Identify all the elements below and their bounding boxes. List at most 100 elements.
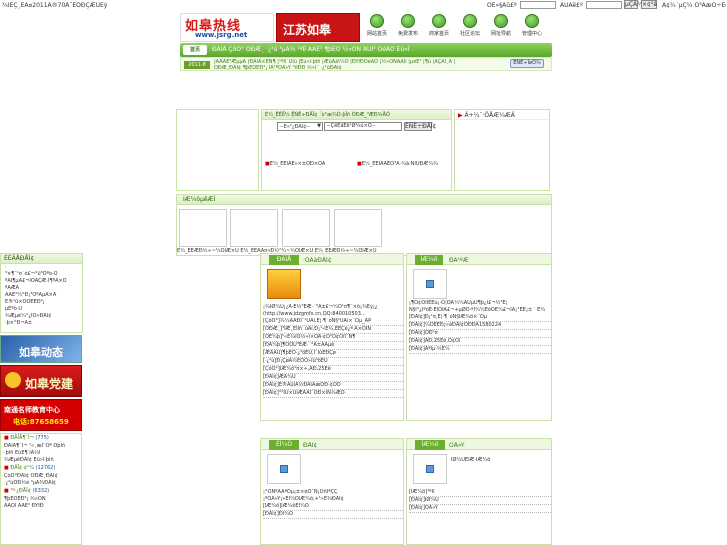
site-logo[interactable]: 如皋热线 www.jsrg.net xyxy=(180,13,274,42)
top-links[interactable]: Á¢¼´µÇ¼ Ò³ÃæÖ÷ÉèÖÃ xyxy=(662,2,726,9)
news-headline[interactable]: (http://www.jdzgmfx.cn,QQ:840010503... xyxy=(263,311,403,318)
list-item[interactable]: [ÐÅÏ¢]ÁªÏµ·½Ê½ xyxy=(409,346,551,354)
stat-sub[interactable]: ÇóÖ°ÐÅÏ¢ ÕÐÆ¸ÐÅÏ¢ xyxy=(1,473,81,480)
list-item[interactable]: ·þ×°Ð¬Ã± xyxy=(1,320,82,327)
login-button[interactable]: µÇÂ¼ xyxy=(624,0,643,9)
tab-new-shopping[interactable]: ÐÂ¹ºÆ xyxy=(449,257,469,264)
stat-sub[interactable]: ¶þÊÖÊÐ³¡ ½»ÓÑ xyxy=(1,496,81,503)
shop-thumb-3[interactable] xyxy=(282,209,330,247)
list-item[interactable]: [ÐÅÏ¢]ÓÅ»Ý xyxy=(409,505,551,513)
list-item[interactable]: [·¿²ú]Ð¡ÇøÁ½ÊÒÒ»Ìü³öÊÛ xyxy=(263,358,403,366)
bullet-icon: ■ xyxy=(4,465,9,471)
list-item[interactable]: [ÆÀÂÛ]¶þÊÖ·¿³öÊÛ,Í¨ÍùÊÐÇø xyxy=(263,350,403,358)
list-item[interactable]: [ÇóÖ°]ÍÆ¼ö¹¤×÷,ÄÐ,25Ëê xyxy=(263,366,403,374)
list-item[interactable]: [ÍÆ¼ö]ÍÆ¼öÉÌ¼Ò xyxy=(263,503,403,511)
tab-merchant[interactable]: ÉÌ¼Ò xyxy=(269,440,299,450)
list-item[interactable]: [ÐÅÏ¢]Ðí¼Ò xyxy=(263,511,403,519)
list-item[interactable]: [ÐÂ¼þ]¶ÔÓÚ³ÉÆ·´°Á±ÃÅµê xyxy=(263,342,403,350)
list-item[interactable]: ºÃÎ¶µÀ£¬ÎÒÃÇÆ·Î¶ºÃ×Ô xyxy=(1,278,82,285)
tab-info[interactable]: ÐÅÏ¢ xyxy=(303,442,317,449)
password-input[interactable] xyxy=(586,1,622,9)
search-tabs[interactable]: È¼_ÊÊÍÎ¼ ËÑË÷ÐÅÏ¢ ´ò°æ¾Ó·þÎñ ÓÐÆ_³ÆÐ¾ÅÔ xyxy=(262,110,451,120)
search-result-2[interactable]: ■È¼_ÊÊÎÂÀÈÔ³Â·¼ã·ÑÌÛÐÆ¼¾ xyxy=(357,161,451,167)
summary: ¡ºÓÅ»Ý¡»ÉÌ¼ÒÍÆ¼ö,+¹«Ë¾ÐÅÏ¢ xyxy=(263,496,344,502)
item-thumbnail[interactable] xyxy=(267,454,301,484)
news-thumbnail[interactable] xyxy=(267,269,301,299)
logo-url: www.jsrg.net xyxy=(195,31,248,39)
main-nav: 首页 ÐÂÎÅ ÇóÖ° ÕÐÆ¸ ·¿²ú ³µÁ¾ ¹ºÎï ÃÀÊ³ ¶þ… xyxy=(180,43,552,57)
list-item[interactable]: [ÐÅÏ¢]Ð¡¹¤,Ê¦·¶´óÑ§ÍÆ¼ö×¨Òµ xyxy=(409,314,551,322)
list-item[interactable]: [ÕÐÆ¸]³ÏÆ¸ÉÌÎñ´úÀí,Ð¡¹«Ë¾,ÈÈÇé¿ª·Å×ÖÎÑ xyxy=(263,326,403,334)
list-item[interactable]: [ÓÊ¼þ]¹«Ë¾ÏÖ½»Ì×ÒÄ·¢Õ¹Ó¢ÓïÍ¨Ñ¶ xyxy=(263,334,403,342)
username-label: ÕÊ»§Ãû£º xyxy=(487,2,517,9)
stat-sub[interactable]: ·þÎñ ÉúÈ¶ ÎÄ½Ì xyxy=(1,450,81,457)
party-emblem-icon xyxy=(5,372,21,388)
nav-items[interactable]: ÐÂÎÅ ÇóÖ° ÕÐÆ¸ ·¿²ú ³µÁ¾ ¹ºÎï ÃÀÊ³ ¶þÊÖ … xyxy=(212,46,547,53)
list-item[interactable]: [ÐÅÏ¢]¼ÓÈËÉç»áÐÅÏ¢ÖÐÐÄ1580224 xyxy=(409,322,551,330)
tab-recommend-2[interactable]: ÍÆ¼ö xyxy=(415,440,445,450)
list-item[interactable]: [ÐÅÏ¢]ÌØ¼Û xyxy=(409,497,551,505)
list-item[interactable]: [ÐÅÏ¢]ÕÐ¹¤ xyxy=(409,330,551,338)
stat-row-news[interactable]: ■ ÐÂÎÅ¶¯Ì¬ (775) xyxy=(1,434,81,443)
list-item[interactable]: ¾Æµê¼°¿ÍÕ»ÐÅÏ¢ xyxy=(1,313,82,320)
news-headline[interactable]: ¡¾ÌØ¼Û¡¿Å·Ê½³ÉÆ·´°Á±£¬¼Ó¹¤¶¨×ö¡¾Èý¡¿ xyxy=(263,304,403,311)
stat-sub[interactable]: ·¿²úÖÐ½é ³µÁ¾ÐÅÏ¢ xyxy=(1,480,81,487)
merchant-column-panel: ÉÌ¼Ò ÐÅÏ¢ ¡°ÓÑºÃÁªÒµ¡±×éÖ¯Ñ¡ÔñÎªÇÇ ¡ºÓÅ»… xyxy=(260,438,404,545)
item-thumbnail[interactable] xyxy=(413,269,447,299)
site-search-button[interactable]: ËÑË÷ÍøÕ¾ xyxy=(510,59,544,68)
list-item[interactable]: Ë®¹û×ÔÓÉÊÐ³¡ xyxy=(1,299,82,306)
headline[interactable]: ÌØ¼ÛÉÌÆ·ÍÆ¼ö xyxy=(451,457,549,464)
list-item[interactable]: · xyxy=(1,264,82,271)
list-item[interactable]: [ÍÆ¼ö]¹ºÎï xyxy=(409,489,551,497)
password-label: ÃÜÂë£º xyxy=(560,2,583,9)
hot-info-title: ÈÈÃÅÐÅÏ¢ xyxy=(1,254,82,264)
list-item[interactable]: [ÐÅÏ¢]ÆÀ¼Û xyxy=(263,374,403,382)
nav-forum-icon-button[interactable]: 社区论坛 xyxy=(455,14,485,42)
directory-icon xyxy=(494,14,508,28)
item-thumbnail[interactable] xyxy=(413,454,447,484)
list-item[interactable]: ºÃÆÀ xyxy=(1,285,82,292)
jiangsu-rugao-banner[interactable]: 江苏如皋 xyxy=(276,13,360,42)
list-item[interactable]: µÈºò·Û xyxy=(1,306,82,313)
image-icon xyxy=(426,465,434,473)
education-center-banner[interactable]: 南通名师教育中心 电话:87658659 xyxy=(0,399,82,431)
keyword-input[interactable]: --ÇëÊäÈë¹Ø¼ü×Ö-- xyxy=(324,122,402,131)
nav-admin-icon-button[interactable]: 管理中心 xyxy=(517,14,547,42)
stat-sub[interactable]: ÂÃÓÎ ÃÀÊ³ ÐÝÏÐ xyxy=(1,503,81,510)
username-input[interactable] xyxy=(520,1,556,9)
list-item[interactable]: [ÐÅÏ¢]°²ÍÚ×ÜÍÆÂÃÍ¨ÖÐ×ÍÑ¾ÆÕ· xyxy=(263,390,403,398)
nav-directory-icon-button[interactable]: 网址导航 xyxy=(486,14,516,42)
headline[interactable]: ¡¶Ó¢ÓïÏÈÉú¡·Ó¦ÓÃ¼¼ÄÜµÚ¶þ¿Î£¬½²Ê¦ xyxy=(409,300,551,307)
rugao-party-banner[interactable]: 如皋党建 xyxy=(0,365,82,397)
news-column-panel: ÐÂÎÅ ·ÖÀàÐÅÏ¢ ¡¾ÌØ¼Û¡¿Å·Ê½³ÉÆ·´°Á±£¬¼Ó¹¤… xyxy=(260,253,404,421)
subnav-links-row2[interactable]: ÕÐÆ¸ÐÅÏ¢ ¶þÊÖÊÐ³¡ ÍÅ¹ºÓÅ»Ý ³öÐÐ ½»Í¨ ·¿²… xyxy=(214,65,514,71)
list-item[interactable]: [ÇóÖ°]¾­¼ÃÁÐÍ¨¹ÜÀí,Ê¦·¶´óÑ§¹ÜÀí×¨Òµ_ÂÞ xyxy=(263,318,403,326)
nav-publish-icon-button[interactable]: 免费发布 xyxy=(393,14,423,42)
list-item[interactable]: [ÐÅÏ¢]Ê®ÃûÍÅ½ÐÀïÃæÓÐ·¢ÕÕ xyxy=(263,382,403,390)
nav-home-tab[interactable]: 首页 xyxy=(183,45,207,55)
stat-sub[interactable]: ¾ÆµêÐÅÏ¢ Éú»î·þÎñ xyxy=(1,457,81,464)
tab-recommend[interactable]: ÍÆ¼ö xyxy=(415,255,443,265)
right-panel-title: ▶ Ä+¼¯·ÖÅÆ¼ÆÄ xyxy=(455,110,549,120)
list-item[interactable]: ³×¶¯¹¤´ó£¬°ü³Ôºó·Ö xyxy=(1,271,82,278)
list-item[interactable]: ÃÀÊ³¼°Ð¡³ÔºÃµÃ×Å xyxy=(1,292,82,299)
stat-row-housing[interactable]: ■ ¹º·¿ÐÅÏ¢ (6332) xyxy=(1,487,81,496)
nav-merchant-icon-button[interactable]: 商家首页 xyxy=(424,14,454,42)
tab-classified[interactable]: ·ÖÀàÐÅÏ¢ xyxy=(303,257,332,264)
category-select[interactable]: --È«²¿ÐÅÏ¢-- ▼ xyxy=(277,122,323,131)
shop-thumb-2[interactable] xyxy=(230,209,278,247)
search-submit-button[interactable]: ËÑË÷ÐÅÏ¢ xyxy=(404,122,436,131)
date-badge: 2011-8 xyxy=(184,61,210,69)
stat-sub[interactable]: ÐÂÎÅ¶¯Ì¬ ¹«¸æÍ¨Öª ÕþÎñ xyxy=(1,443,81,450)
tab-news[interactable]: ÐÂÎÅ xyxy=(269,255,299,265)
rugao-news-banner[interactable]: 如皋动态 xyxy=(0,335,82,363)
tab-deals[interactable]: ÓÅ»Ý xyxy=(449,442,465,449)
register-button[interactable]: ×¢²á xyxy=(641,0,657,9)
shop-thumb-1[interactable] xyxy=(179,209,227,247)
stat-row-posts[interactable]: ■ ÐÅÏ¢·¢²¼ (12762) xyxy=(1,464,81,473)
search-result-1[interactable]: ■È¼_ÊÊÎÄÈ»×±ÖÐ×ÓÁ xyxy=(265,161,355,167)
list-item[interactable]: [ÐÅÏ¢]ÄÐ,25Ëê,Ó¢Óï xyxy=(409,338,551,346)
nav-home-icon-button[interactable]: 网站首页 xyxy=(362,14,392,42)
headline[interactable]: ¡°ÓÑºÃÁªÒµ¡±×éÖ¯Ñ¡ÔñÎªÇÇ xyxy=(263,489,403,496)
shop-thumb-4[interactable] xyxy=(334,209,382,247)
